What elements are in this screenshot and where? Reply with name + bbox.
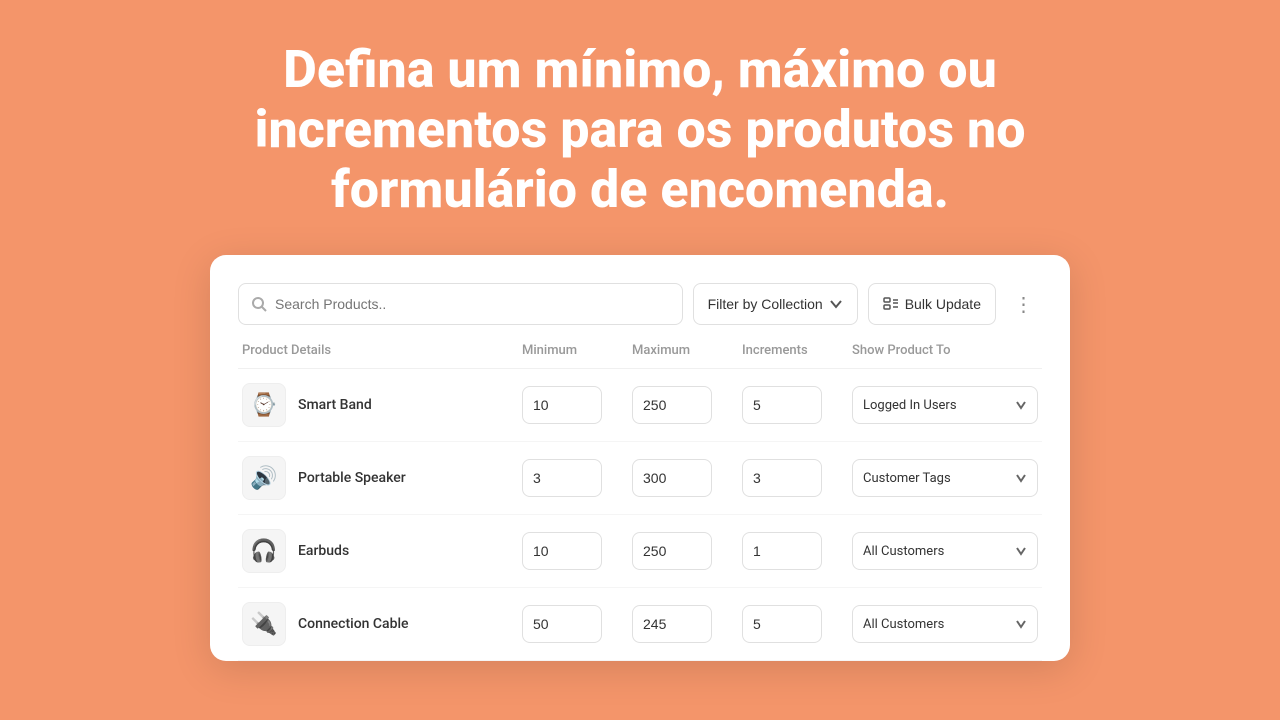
inc-input-smart-band[interactable] (742, 386, 822, 424)
show-to-select-portable-speaker[interactable]: Customer Tags (852, 459, 1038, 497)
inc-input-earbuds[interactable] (742, 532, 822, 570)
min-input-earbuds[interactable] (522, 532, 602, 570)
min-cell-smart-band (522, 386, 632, 424)
table-row-connection-cable: 🔌 Connection Cable All Customers (238, 588, 1042, 661)
dropdown-chevron-icon-earbuds (1015, 545, 1027, 557)
min-input-portable-speaker[interactable] (522, 459, 602, 497)
dropdown-chevron-icon-portable-speaker (1015, 472, 1027, 484)
table-header: Product Details Minimum Maximum Incremen… (238, 343, 1042, 369)
show-to-cell-connection-cable: All Customers (852, 605, 1038, 643)
inc-input-portable-speaker[interactable] (742, 459, 822, 497)
dropdown-chevron-icon-smart-band (1015, 399, 1027, 411)
max-input-connection-cable[interactable] (632, 605, 712, 643)
max-input-smart-band[interactable] (632, 386, 712, 424)
min-input-smart-band[interactable] (522, 386, 602, 424)
inc-cell-connection-cable (742, 605, 852, 643)
show-to-label-connection-cable: All Customers (863, 617, 944, 632)
hero-heading: Defina um mínimo, máximo ou incrementos … (0, 0, 1280, 255)
max-cell-earbuds (632, 532, 742, 570)
show-to-label-portable-speaker: Customer Tags (863, 471, 951, 486)
search-wrapper (238, 283, 683, 325)
show-to-select-earbuds[interactable]: All Customers (852, 532, 1038, 570)
show-to-cell-smart-band: Logged In Users (852, 386, 1038, 424)
product-name-earbuds: Earbuds (298, 543, 349, 559)
inc-input-connection-cable[interactable] (742, 605, 822, 643)
product-img-connection-cable: 🔌 (242, 602, 286, 646)
show-to-cell-earbuds: All Customers (852, 532, 1038, 570)
min-input-connection-cable[interactable] (522, 605, 602, 643)
show-to-label-earbuds: All Customers (863, 544, 944, 559)
product-cell-earbuds: 🎧 Earbuds (242, 529, 522, 573)
table-rows: ⌚ Smart Band Logged In Users (238, 369, 1042, 661)
table-row-portable-speaker: 🔊 Portable Speaker Customer Tags (238, 442, 1042, 515)
show-to-select-smart-band[interactable]: Logged In Users (852, 386, 1038, 424)
product-name-connection-cable: Connection Cable (298, 616, 409, 632)
col-minimum: Minimum (522, 343, 632, 358)
max-input-portable-speaker[interactable] (632, 459, 712, 497)
more-options-button[interactable]: ⋮ (1006, 283, 1042, 325)
show-to-cell-portable-speaker: Customer Tags (852, 459, 1038, 497)
filter-button[interactable]: Filter by Collection (693, 283, 858, 325)
max-cell-smart-band (632, 386, 742, 424)
search-icon (251, 296, 267, 312)
col-maximum: Maximum (632, 343, 742, 358)
toolbar: Filter by Collection Bulk Update ⋮ (238, 283, 1042, 325)
filter-chevron-icon (829, 297, 843, 311)
main-card: Filter by Collection Bulk Update ⋮ Produ… (210, 255, 1070, 661)
product-img-earbuds: 🎧 (242, 529, 286, 573)
col-increments: Increments (742, 343, 852, 358)
bulk-update-button[interactable]: Bulk Update (868, 283, 996, 325)
more-dots-icon: ⋮ (1014, 292, 1035, 317)
product-cell-connection-cable: 🔌 Connection Cable (242, 602, 522, 646)
col-product: Product Details (242, 343, 522, 358)
product-img-portable-speaker: 🔊 (242, 456, 286, 500)
filter-label: Filter by Collection (708, 296, 823, 312)
max-cell-connection-cable (632, 605, 742, 643)
dropdown-chevron-icon-connection-cable (1015, 618, 1027, 630)
table-row-smart-band: ⌚ Smart Band Logged In Users (238, 369, 1042, 442)
inc-cell-smart-band (742, 386, 852, 424)
max-cell-portable-speaker (632, 459, 742, 497)
product-name-smart-band: Smart Band (298, 397, 372, 413)
show-to-label-smart-band: Logged In Users (863, 398, 957, 413)
min-cell-earbuds (522, 532, 632, 570)
product-cell-smart-band: ⌚ Smart Band (242, 383, 522, 427)
col-show-to: Show Product To (852, 343, 1038, 358)
table-row-earbuds: 🎧 Earbuds All Customers (238, 515, 1042, 588)
inc-cell-earbuds (742, 532, 852, 570)
show-to-select-connection-cable[interactable]: All Customers (852, 605, 1038, 643)
inc-cell-portable-speaker (742, 459, 852, 497)
search-input[interactable] (275, 296, 670, 312)
max-input-earbuds[interactable] (632, 532, 712, 570)
bulk-icon (883, 296, 899, 312)
product-name-portable-speaker: Portable Speaker (298, 470, 406, 486)
bulk-update-label: Bulk Update (905, 296, 981, 312)
product-img-smart-band: ⌚ (242, 383, 286, 427)
product-cell-portable-speaker: 🔊 Portable Speaker (242, 456, 522, 500)
min-cell-connection-cable (522, 605, 632, 643)
min-cell-portable-speaker (522, 459, 632, 497)
